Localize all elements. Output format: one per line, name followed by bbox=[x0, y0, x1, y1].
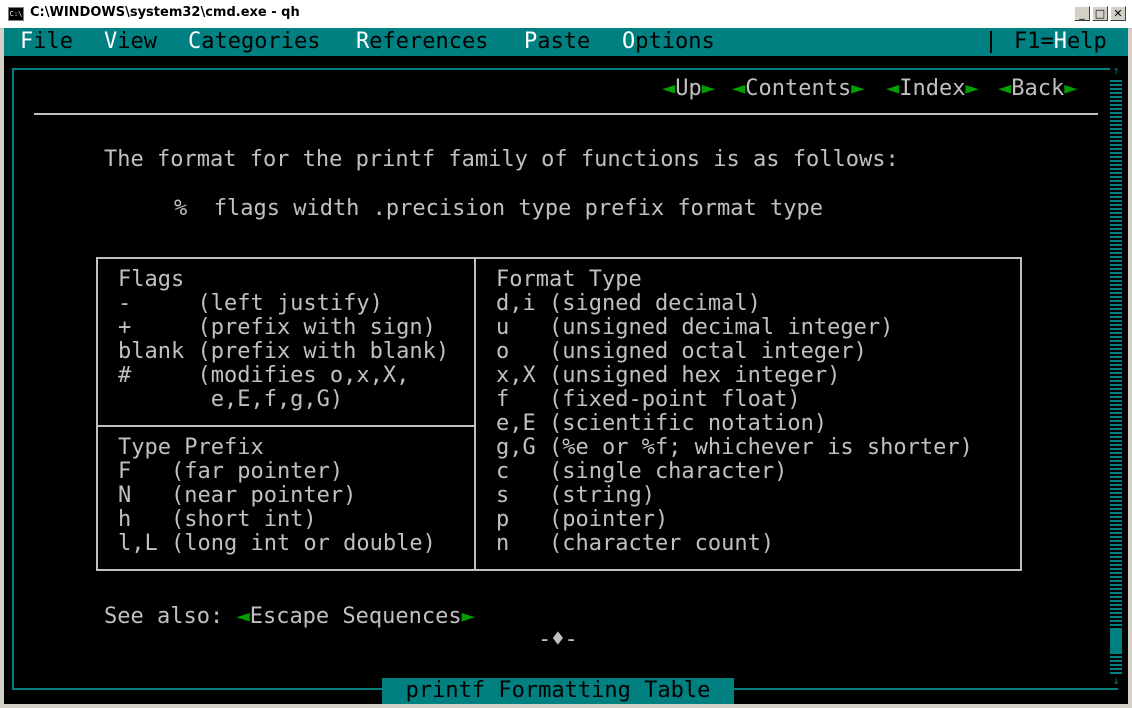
left-arrow-icon: ◄ bbox=[236, 604, 250, 629]
window-titlebar[interactable]: C:\ C:\WINDOWS\system32\cmd.exe - qh _ □… bbox=[0, 0, 1132, 29]
prefix-row: N (near pointer) bbox=[118, 483, 357, 508]
left-arrow-icon: ◄ bbox=[886, 76, 900, 101]
menu-help[interactable]: F1=Help bbox=[1014, 28, 1107, 56]
format-row: d,i (signed decimal) bbox=[496, 291, 761, 316]
scroll-thumb[interactable] bbox=[1110, 628, 1122, 652]
menu-help-hotkey: H bbox=[1053, 29, 1067, 54]
window-title: C:\WINDOWS\system32\cmd.exe - qh bbox=[30, 5, 300, 20]
menu-options[interactable]: Options bbox=[622, 28, 715, 56]
nav-index-label: Index bbox=[899, 76, 966, 101]
menu-references[interactable]: References bbox=[356, 28, 488, 56]
right-arrow-icon: ► bbox=[701, 76, 715, 101]
flag-row: + (prefix with sign) bbox=[118, 315, 436, 340]
menu-help-label: elp bbox=[1067, 29, 1107, 54]
menu-categories-label: ategories bbox=[201, 29, 321, 54]
menu-file-hotkey: F bbox=[20, 29, 34, 54]
scroll-down-arrow-icon[interactable]: ↓ bbox=[1110, 674, 1122, 688]
format-row: f (fixed-point float) bbox=[496, 387, 801, 412]
nav-index-link[interactable]: ◄Index► bbox=[886, 77, 979, 101]
topic-title-bar: printf Formatting Table bbox=[382, 678, 734, 704]
cmd-icon: C:\ bbox=[8, 7, 24, 21]
see-also-label: See also: bbox=[104, 604, 237, 629]
left-arrow-icon: ◄ bbox=[662, 76, 676, 101]
prefix-row: l,L (long int or double) bbox=[118, 531, 436, 556]
menu-view-label: iew bbox=[117, 29, 157, 54]
minimize-button[interactable]: _ bbox=[1074, 6, 1090, 21]
flag-row: - (left justify) bbox=[118, 291, 383, 316]
prefix-row: h (short int) bbox=[118, 507, 317, 532]
format-row: s (string) bbox=[496, 483, 655, 508]
header-divider bbox=[34, 113, 1098, 115]
nav-up-label: Up bbox=[675, 76, 702, 101]
intro-text: The format for the printf family of func… bbox=[104, 147, 899, 172]
menu-paste-label: aste bbox=[537, 29, 591, 54]
escape-sequences-link[interactable]: ◄Escape Sequences► bbox=[236, 604, 474, 629]
prefix-title: Type Prefix bbox=[118, 435, 264, 460]
maximize-button[interactable]: □ bbox=[1092, 6, 1108, 21]
right-arrow-icon: ► bbox=[965, 76, 979, 101]
menu-paste-hotkey: P bbox=[524, 29, 538, 54]
vertical-scrollbar[interactable] bbox=[1110, 72, 1122, 684]
format-row: n (character count) bbox=[496, 531, 775, 556]
table-column-divider bbox=[474, 257, 476, 571]
scroll-up-arrow-icon[interactable]: ↑ bbox=[1110, 64, 1122, 78]
flag-row: # (modifies o,x,X, bbox=[118, 363, 410, 388]
menu-view-hotkey: V bbox=[104, 29, 118, 54]
syntax-text: % flags width .precision type prefix for… bbox=[174, 196, 824, 221]
format-row: e,E (scientific notation) bbox=[496, 411, 828, 436]
nav-contents-label: Contents bbox=[745, 76, 852, 101]
format-row: g,G (%e or %f; whichever is shorter) bbox=[496, 435, 973, 460]
format-row: x,X (unsigned hex integer) bbox=[496, 363, 841, 388]
menu-view[interactable]: View bbox=[104, 28, 157, 56]
nav-up-link[interactable]: ◄Up► bbox=[662, 77, 715, 101]
menu-categories[interactable]: Categories bbox=[188, 28, 320, 56]
nav-contents-link[interactable]: ◄Contents► bbox=[732, 77, 864, 101]
nav-back-link[interactable]: ◄Back► bbox=[998, 77, 1077, 101]
menu-references-hotkey: R bbox=[356, 29, 370, 54]
flag-row: e,E,f,g,G) bbox=[118, 387, 344, 412]
left-arrow-icon: ◄ bbox=[732, 76, 746, 101]
format-row: u (unsigned decimal integer) bbox=[496, 315, 894, 340]
right-arrow-icon: ► bbox=[851, 76, 865, 101]
flags-title: Flags bbox=[118, 267, 185, 292]
see-also: See also: ◄Escape Sequences► bbox=[104, 605, 475, 629]
console-window: File View Categories References Paste Op… bbox=[4, 28, 1128, 704]
nav-back-label: Back bbox=[1011, 76, 1065, 101]
close-button[interactable]: ✕ bbox=[1110, 6, 1126, 21]
menu-references-label: eferences bbox=[369, 29, 489, 54]
menu-categories-hotkey: C bbox=[188, 29, 202, 54]
prefix-row: F (far pointer) bbox=[118, 459, 344, 484]
menu-file[interactable]: File bbox=[20, 28, 73, 56]
menu-bar: File View Categories References Paste Op… bbox=[4, 28, 1128, 56]
format-row: c (single character) bbox=[496, 459, 788, 484]
format-row: p (pointer) bbox=[496, 507, 669, 532]
menu-options-label: ptions bbox=[635, 29, 715, 54]
right-arrow-icon: ► bbox=[461, 604, 475, 629]
format-title: Format Type bbox=[496, 267, 642, 292]
right-arrow-icon: ► bbox=[1064, 76, 1078, 101]
menu-paste[interactable]: Paste bbox=[524, 28, 590, 56]
menu-options-hotkey: O bbox=[622, 29, 636, 54]
end-marker: -♦- bbox=[538, 627, 578, 652]
format-row: o (unsigned octal integer) bbox=[496, 339, 867, 364]
left-arrow-icon: ◄ bbox=[998, 76, 1012, 101]
escape-sequences-label: Escape Sequences bbox=[249, 604, 462, 629]
menu-separator bbox=[990, 31, 992, 53]
menu-file-label: ile bbox=[33, 29, 73, 54]
menu-help-prefix: F1= bbox=[1014, 29, 1054, 54]
flag-row: blank (prefix with blank) bbox=[118, 339, 450, 364]
table-row-divider bbox=[96, 425, 476, 427]
